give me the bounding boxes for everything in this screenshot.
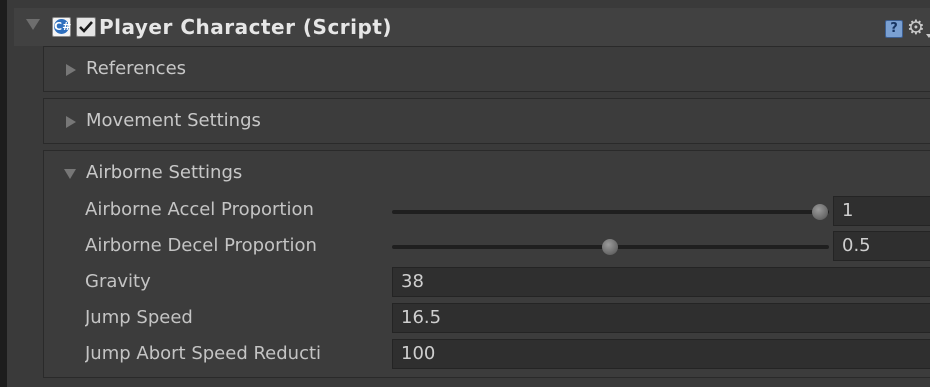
foldout-label-airborne-settings[interactable]: Airborne Settings — [86, 162, 242, 183]
jump-abort-speed-label: Jump Abort Speed Reducti — [85, 343, 322, 364]
jump-speed-field[interactable]: 16.5 — [392, 303, 931, 333]
foldout-arrow-icon[interactable] — [26, 19, 40, 30]
jump-speed-label: Jump Speed — [85, 307, 193, 328]
component-title: Player Character (Script) — [99, 15, 393, 39]
foldout-references[interactable]: References — [43, 46, 936, 92]
expanded-arrow-icon[interactable] — [64, 169, 76, 179]
help-icon[interactable]: ? — [885, 20, 903, 38]
component-header[interactable]: C# Player Character (Script) ? ⚙ — [14, 8, 936, 46]
airborne-decel-label: Airborne Decel Proportion — [85, 235, 317, 256]
inspector-panel: C# Player Character (Script) ? ⚙ Referen… — [0, 0, 936, 387]
collapsed-arrow-icon — [66, 64, 76, 76]
csharp-script-icon: C# — [52, 17, 71, 37]
script-icon-glyph: C# — [54, 19, 72, 34]
airborne-decel-field[interactable]: 0.5 — [833, 231, 931, 261]
foldout-label-references: References — [86, 58, 187, 79]
airborne-accel-field[interactable]: 1 — [833, 196, 931, 226]
airborne-accel-slider[interactable] — [392, 210, 829, 214]
foldout-label-movement-settings: Movement Settings — [86, 110, 261, 131]
gear-icon[interactable]: ⚙ — [907, 15, 925, 39]
component-enabled-checkbox[interactable] — [76, 17, 96, 37]
foldout-movement-settings[interactable]: Movement Settings — [43, 98, 936, 144]
airborne-decel-slider-thumb[interactable] — [602, 239, 618, 255]
gravity-label: Gravity — [85, 271, 151, 292]
gravity-field[interactable]: 38 — [392, 267, 931, 297]
airborne-accel-label: Airborne Accel Proportion — [85, 199, 314, 220]
jump-abort-speed-field[interactable]: 100 — [392, 339, 931, 369]
window-edge — [930, 0, 936, 387]
airborne-accel-slider-thumb[interactable] — [812, 204, 828, 220]
checkmark-icon — [79, 21, 93, 33]
collapsed-arrow-icon — [66, 116, 76, 128]
